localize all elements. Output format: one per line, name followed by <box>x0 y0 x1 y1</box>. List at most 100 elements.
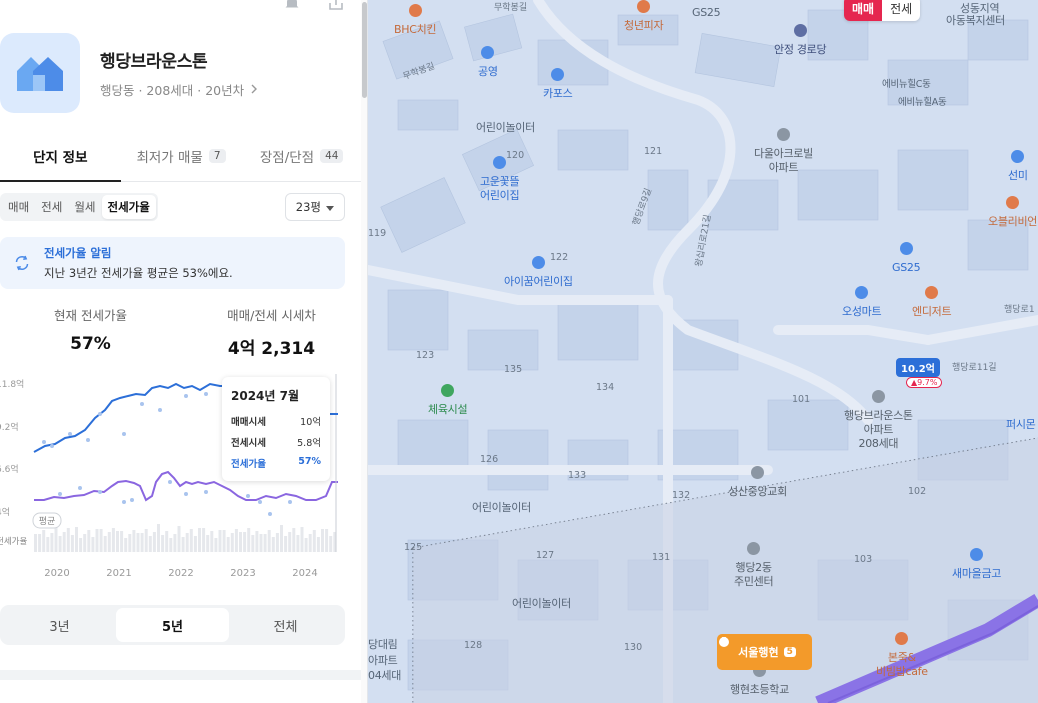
tab-complex-info[interactable]: 단지 정보 <box>0 130 121 182</box>
bank-icon <box>970 548 984 561</box>
poi-saemaul-bank[interactable]: 새마을금고 <box>952 548 1001 581</box>
parking-icon <box>481 46 495 59</box>
alert-description: 지난 3년간 전세가율 평균은 53%에요. <box>44 266 233 280</box>
store-marker[interactable]: 서울행현 5 <box>717 634 812 670</box>
lot-number: 133 <box>568 470 587 481</box>
poi-endi-dessert[interactable]: 엔디저트 <box>912 286 952 319</box>
trade-type-monthly[interactable]: 월세 <box>68 195 101 219</box>
poi-oseong-mart[interactable]: 오성마트 <box>842 286 882 319</box>
poi-brownstone-apt[interactable]: 행당브라운스톤 아파트 208세대 <box>844 390 913 451</box>
ratio-bar <box>54 525 58 552</box>
x-tick-label: 2021 <box>106 568 131 579</box>
tab-lowest-listing[interactable]: 최저가 매물 7 <box>121 130 242 181</box>
ratio-bar <box>271 537 275 552</box>
ratio-bars <box>34 524 337 552</box>
complex-header: 행당브라운스톤 행당동 · 208세대 · 20년차 <box>0 33 258 113</box>
ratio-bar <box>157 524 160 552</box>
metric-price-gap: 매매/전세 시세차 4억 2,314 <box>181 305 362 359</box>
ratio-bar <box>329 536 333 552</box>
ratio-bar <box>124 538 128 552</box>
lot-number: 122 <box>550 252 569 263</box>
share-icon[interactable] <box>327 0 345 12</box>
poi-label: 본죽& <box>887 651 916 664</box>
map-view[interactable]: 매매 전세 BHC치킨 무학봉길 청년피자 GS25 안정 경로당 성동지역 아… <box>368 0 1038 703</box>
transaction-dot <box>268 512 272 516</box>
ratio-bar <box>259 534 263 552</box>
transaction-dot <box>288 500 292 504</box>
tooltip-value: 57% <box>298 456 321 467</box>
period-3y[interactable]: 3년 <box>3 608 116 642</box>
y-tick-label: 9.2억 <box>0 421 19 433</box>
y-tick-label: 11.8억 <box>0 378 24 390</box>
size-select[interactable]: 23평 <box>284 193 345 221</box>
cafe-icon <box>925 286 939 299</box>
ratio-bar <box>202 528 206 552</box>
trade-type-jeonse[interactable]: 전세 <box>35 195 68 219</box>
price-change-badge: ▲9.7% <box>906 377 943 388</box>
restaurant-icon <box>895 632 909 645</box>
poi-parking[interactable]: 공영 <box>478 46 498 79</box>
ratio-bar <box>304 538 308 552</box>
complex-meta-link[interactable]: 행당동 · 208세대 · 20년차 <box>100 80 258 99</box>
trade-type-selector: 매매 전세 월세 전세가율 <box>0 193 158 221</box>
bell-icon[interactable] <box>283 0 301 12</box>
poi-dawool-apt[interactable]: 다울아크로빌 아파트 <box>754 128 813 175</box>
place-label: 아동복지센터 <box>946 14 1005 27</box>
poi-community-center[interactable]: 행당2동 주민센터 <box>734 542 774 589</box>
price-marker[interactable]: 10.2억 <box>896 358 940 377</box>
trade-type-sale[interactable]: 매매 <box>2 195 35 219</box>
transaction-dot <box>50 444 54 448</box>
tab-label: 최저가 매물 <box>136 149 203 166</box>
poi-kapos[interactable]: 카포스 <box>543 68 573 101</box>
period-5y[interactable]: 5년 <box>116 608 229 642</box>
complex-meta: 행당동 · 208세대 · 20년차 <box>100 83 245 98</box>
poi-sports[interactable]: 체육시설 <box>428 384 468 417</box>
ratio-bar <box>181 537 185 552</box>
poi-goun-daycare[interactable]: 고운꽃뜰 어린이집 <box>480 156 520 203</box>
poi-label: 아이꿈어린이집 <box>504 275 573 288</box>
ratio-bar <box>243 532 247 552</box>
period-all[interactable]: 전체 <box>229 608 342 642</box>
ratio-bar <box>185 533 189 552</box>
ratio-bar <box>128 534 132 552</box>
ratio-bar <box>321 529 324 552</box>
ratio-bar <box>218 530 222 552</box>
transaction-dot <box>258 500 262 504</box>
poi-oblivion[interactable]: 오블리비언 <box>988 196 1037 229</box>
tab-pros-cons[interactable]: 장점/단점 44 <box>241 130 362 181</box>
poi-label: 엔디저트 <box>912 305 952 318</box>
ratio-bar <box>75 527 78 552</box>
map-toggle-jeonse[interactable]: 전세 <box>882 0 921 21</box>
lot-number: 125 <box>404 542 423 553</box>
church-icon <box>750 466 764 479</box>
store-count: 5 <box>783 647 796 657</box>
scrollbar-thumb[interactable] <box>362 2 367 98</box>
poi-label: 208세대 <box>858 437 899 450</box>
place-label: 퍼시몬 <box>1006 418 1036 431</box>
ratio-bar <box>46 537 50 552</box>
ratio-bar <box>91 537 95 552</box>
place-label: 04세대 <box>368 669 402 682</box>
lot-number: 130 <box>624 642 643 653</box>
ratio-bar <box>222 530 226 552</box>
panel-scrollbar[interactable] <box>361 0 367 703</box>
poi-sunmi[interactable]: 선미 <box>1008 150 1028 183</box>
ratio-bar <box>111 528 115 552</box>
ratio-bar <box>165 531 169 552</box>
daycare-icon <box>493 156 507 169</box>
lot-number: 126 <box>480 454 499 465</box>
trade-type-jeonse-ratio[interactable]: 전세가율 <box>101 195 156 219</box>
poi-gs25[interactable]: GS25 <box>892 242 921 275</box>
poi-bonjuk[interactable]: 본죽& 비빔밥cafe <box>876 632 928 679</box>
poi-anjeong[interactable]: 안정 경로당 <box>774 24 827 57</box>
ratio-bar <box>148 536 152 552</box>
map-toggle-sale[interactable]: 매매 <box>844 0 883 21</box>
alert-title: 전세가율 알림 <box>44 246 112 260</box>
transaction-dot <box>184 492 188 496</box>
metric-label: 현재 전세가율 <box>54 308 127 323</box>
poi-bhc[interactable]: BHC치킨 <box>394 4 437 37</box>
ratio-metrics: 현재 전세가율 57% 매매/전세 시세차 4억 2,314 <box>0 305 362 359</box>
poi-label: 고운꽃뜰 <box>480 175 520 188</box>
poi-church[interactable]: 성산중앙교회 <box>728 466 787 499</box>
poi-chungnyeon-pizza[interactable]: 청년피자 <box>624 0 664 33</box>
